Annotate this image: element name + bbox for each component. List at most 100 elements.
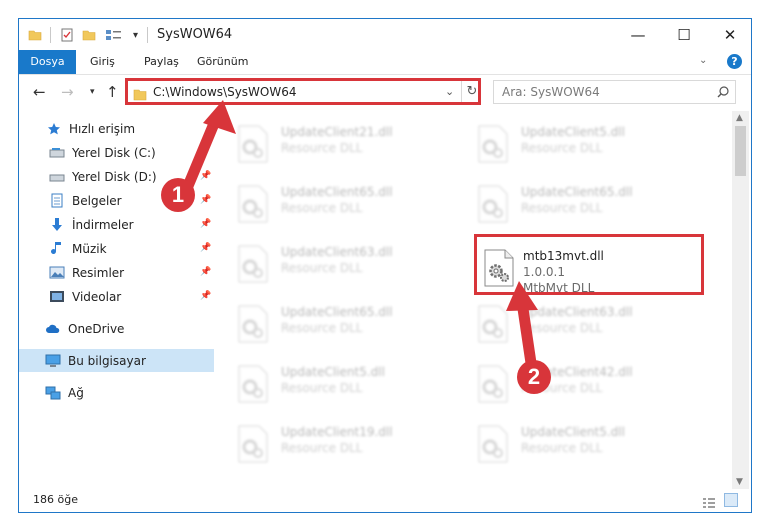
sidebar-item-network[interactable]: Ağ xyxy=(19,381,214,404)
sidebar-item-label: Yerel Disk (C:) xyxy=(72,145,156,160)
large-icons-view-icon[interactable] xyxy=(724,493,738,507)
pin-icon[interactable]: 📌 xyxy=(200,267,211,277)
dll-file-icon xyxy=(477,425,509,463)
up-arrow-icon[interactable]: ↑ xyxy=(106,83,119,101)
sidebar-item-label: Ağ xyxy=(68,385,84,400)
scroll-thumb[interactable] xyxy=(735,126,746,176)
minimize-button[interactable]: — xyxy=(615,19,661,50)
ribbon-tabs: Dosya Giriş Paylaş Görünüm ⌄ ? xyxy=(19,50,751,75)
file-description: Resource DLL xyxy=(281,201,363,215)
maximize-button[interactable]: ☐ xyxy=(661,19,707,50)
file-name: UpdateClient63.dll xyxy=(521,305,633,319)
vertical-scrollbar[interactable]: ▲ ▼ xyxy=(732,111,749,491)
dll-file-icon xyxy=(237,185,269,223)
file-item[interactable]: UpdateClient5.dll Resource DLL xyxy=(469,421,699,477)
tab-view[interactable]: Görünüm xyxy=(197,50,248,74)
forward-arrow-icon[interactable]: → xyxy=(61,83,74,101)
sidebar-item-this-pc[interactable]: Bu bilgisayar xyxy=(19,349,214,372)
sidebar-item-quick-access[interactable]: Hızlı erişim xyxy=(19,117,214,140)
file-description: Resource DLL xyxy=(281,321,363,335)
sidebar-item-label: Resimler xyxy=(72,265,125,280)
file-item[interactable]: UpdateClient19.dll Resource DLL xyxy=(229,421,459,477)
help-icon[interactable]: ? xyxy=(727,54,742,69)
video-icon xyxy=(49,289,65,305)
pin-icon[interactable]: 📌 xyxy=(200,219,211,229)
file-name: UpdateClient65.dll xyxy=(281,305,393,319)
star-icon xyxy=(46,121,62,137)
search-icon[interactable] xyxy=(716,84,730,103)
sidebar-item-label: Müzik xyxy=(72,241,107,256)
file-item[interactable]: UpdateClient65.dll Resource DLL xyxy=(229,301,459,357)
file-highlight xyxy=(474,234,704,295)
search-input[interactable]: Ara: SysWOW64 xyxy=(493,80,736,104)
file-item[interactable]: UpdateClient63.dll Resource DLL xyxy=(229,241,459,297)
file-item[interactable]: UpdateClient21.dll Resource DLL xyxy=(229,121,459,177)
drive-icon xyxy=(49,169,65,185)
file-name: UpdateClient65.dll xyxy=(281,185,393,199)
sidebar-item-label: Bu bilgisayar xyxy=(68,353,146,368)
address-bar-highlight xyxy=(125,78,481,105)
drive-icon xyxy=(49,145,65,161)
tab-home[interactable]: Giriş xyxy=(90,50,115,74)
file-name: UpdateClient5.dll xyxy=(521,125,625,139)
dll-file-icon xyxy=(237,245,269,283)
file-item[interactable]: UpdateClient65.dll Resource DLL xyxy=(229,181,459,237)
dll-file-icon xyxy=(477,305,509,343)
pictures-icon xyxy=(49,265,65,281)
pin-icon[interactable]: 📌 xyxy=(200,243,211,253)
details-view-icon[interactable] xyxy=(702,494,716,512)
cloud-icon xyxy=(45,321,61,337)
file-item[interactable]: UpdateClient5.dll Resource DLL xyxy=(229,361,459,417)
file-item[interactable]: UpdateClient42.dll Resource DLL xyxy=(469,361,699,417)
new-folder-icon[interactable] xyxy=(82,26,96,44)
file-list: UpdateClient21.dll Resource DLL UpdateCl… xyxy=(215,111,731,489)
sidebar-item-local-disk-c[interactable]: Yerel Disk (C:) xyxy=(19,141,214,164)
pin-icon[interactable]: 📌 xyxy=(200,195,211,205)
search-placeholder: Ara: SysWOW64 xyxy=(502,85,600,99)
sidebar-item-videos[interactable]: Videolar 📌 xyxy=(19,285,214,308)
tab-file[interactable]: Dosya xyxy=(19,50,76,74)
expand-ribbon-icon[interactable]: ⌄ xyxy=(699,55,707,66)
file-name: UpdateClient21.dll xyxy=(281,125,393,139)
file-description: Resource DLL xyxy=(521,441,603,455)
file-description: Resource DLL xyxy=(281,441,363,455)
dll-file-icon xyxy=(237,365,269,403)
view-options-icon[interactable] xyxy=(105,26,123,44)
file-name: UpdateClient19.dll xyxy=(281,425,393,439)
properties-icon[interactable] xyxy=(60,26,74,44)
pin-icon[interactable]: 📌 xyxy=(200,171,211,181)
scroll-up-icon[interactable]: ▲ xyxy=(736,113,743,123)
scroll-down-icon[interactable]: ▼ xyxy=(736,477,743,487)
folder-icon xyxy=(28,26,42,44)
sidebar-item-pictures[interactable]: Resimler 📌 xyxy=(19,261,214,284)
navigation-pane: Hızlı erişim Yerel Disk (C:) Yerel Disk … xyxy=(19,111,214,491)
title-bar: ▾ SysWOW64 — ☐ ✕ xyxy=(19,19,751,51)
file-description: Resource DLL xyxy=(521,141,603,155)
close-button[interactable]: ✕ xyxy=(707,19,751,50)
file-description: Resource DLL xyxy=(281,261,363,275)
file-name: UpdateClient5.dll xyxy=(281,365,385,379)
toolbar-separator xyxy=(147,27,148,43)
sidebar-item-label: Videolar xyxy=(72,289,122,304)
item-count: 186 öğe xyxy=(33,493,78,506)
sidebar-item-music[interactable]: Müzik 📌 xyxy=(19,237,214,260)
customize-toolbar-icon[interactable]: ▾ xyxy=(133,26,138,44)
recent-locations-icon[interactable]: ▾ xyxy=(90,87,95,97)
sidebar-item-onedrive[interactable]: OneDrive xyxy=(19,317,214,340)
file-name: UpdateClient63.dll xyxy=(281,245,393,259)
file-item[interactable]: UpdateClient5.dll Resource DLL xyxy=(469,121,699,177)
back-arrow-icon[interactable]: ← xyxy=(33,83,46,101)
tab-share[interactable]: Paylaş xyxy=(144,50,179,74)
pin-icon[interactable]: 📌 xyxy=(200,291,211,301)
file-description: Resource DLL xyxy=(521,321,603,335)
file-description: Resource DLL xyxy=(281,141,363,155)
sidebar-item-downloads[interactable]: İndirmeler 📌 xyxy=(19,213,214,236)
dll-file-icon xyxy=(477,365,509,403)
file-description: Resource DLL xyxy=(281,381,363,395)
file-item[interactable]: UpdateClient65.dll Resource DLL xyxy=(469,181,699,237)
file-item[interactable]: UpdateClient63.dll Resource DLL xyxy=(469,301,699,357)
file-description: Resource DLL xyxy=(521,201,603,215)
music-icon xyxy=(49,241,65,257)
dll-file-icon xyxy=(237,305,269,343)
window-title: SysWOW64 xyxy=(157,27,233,42)
